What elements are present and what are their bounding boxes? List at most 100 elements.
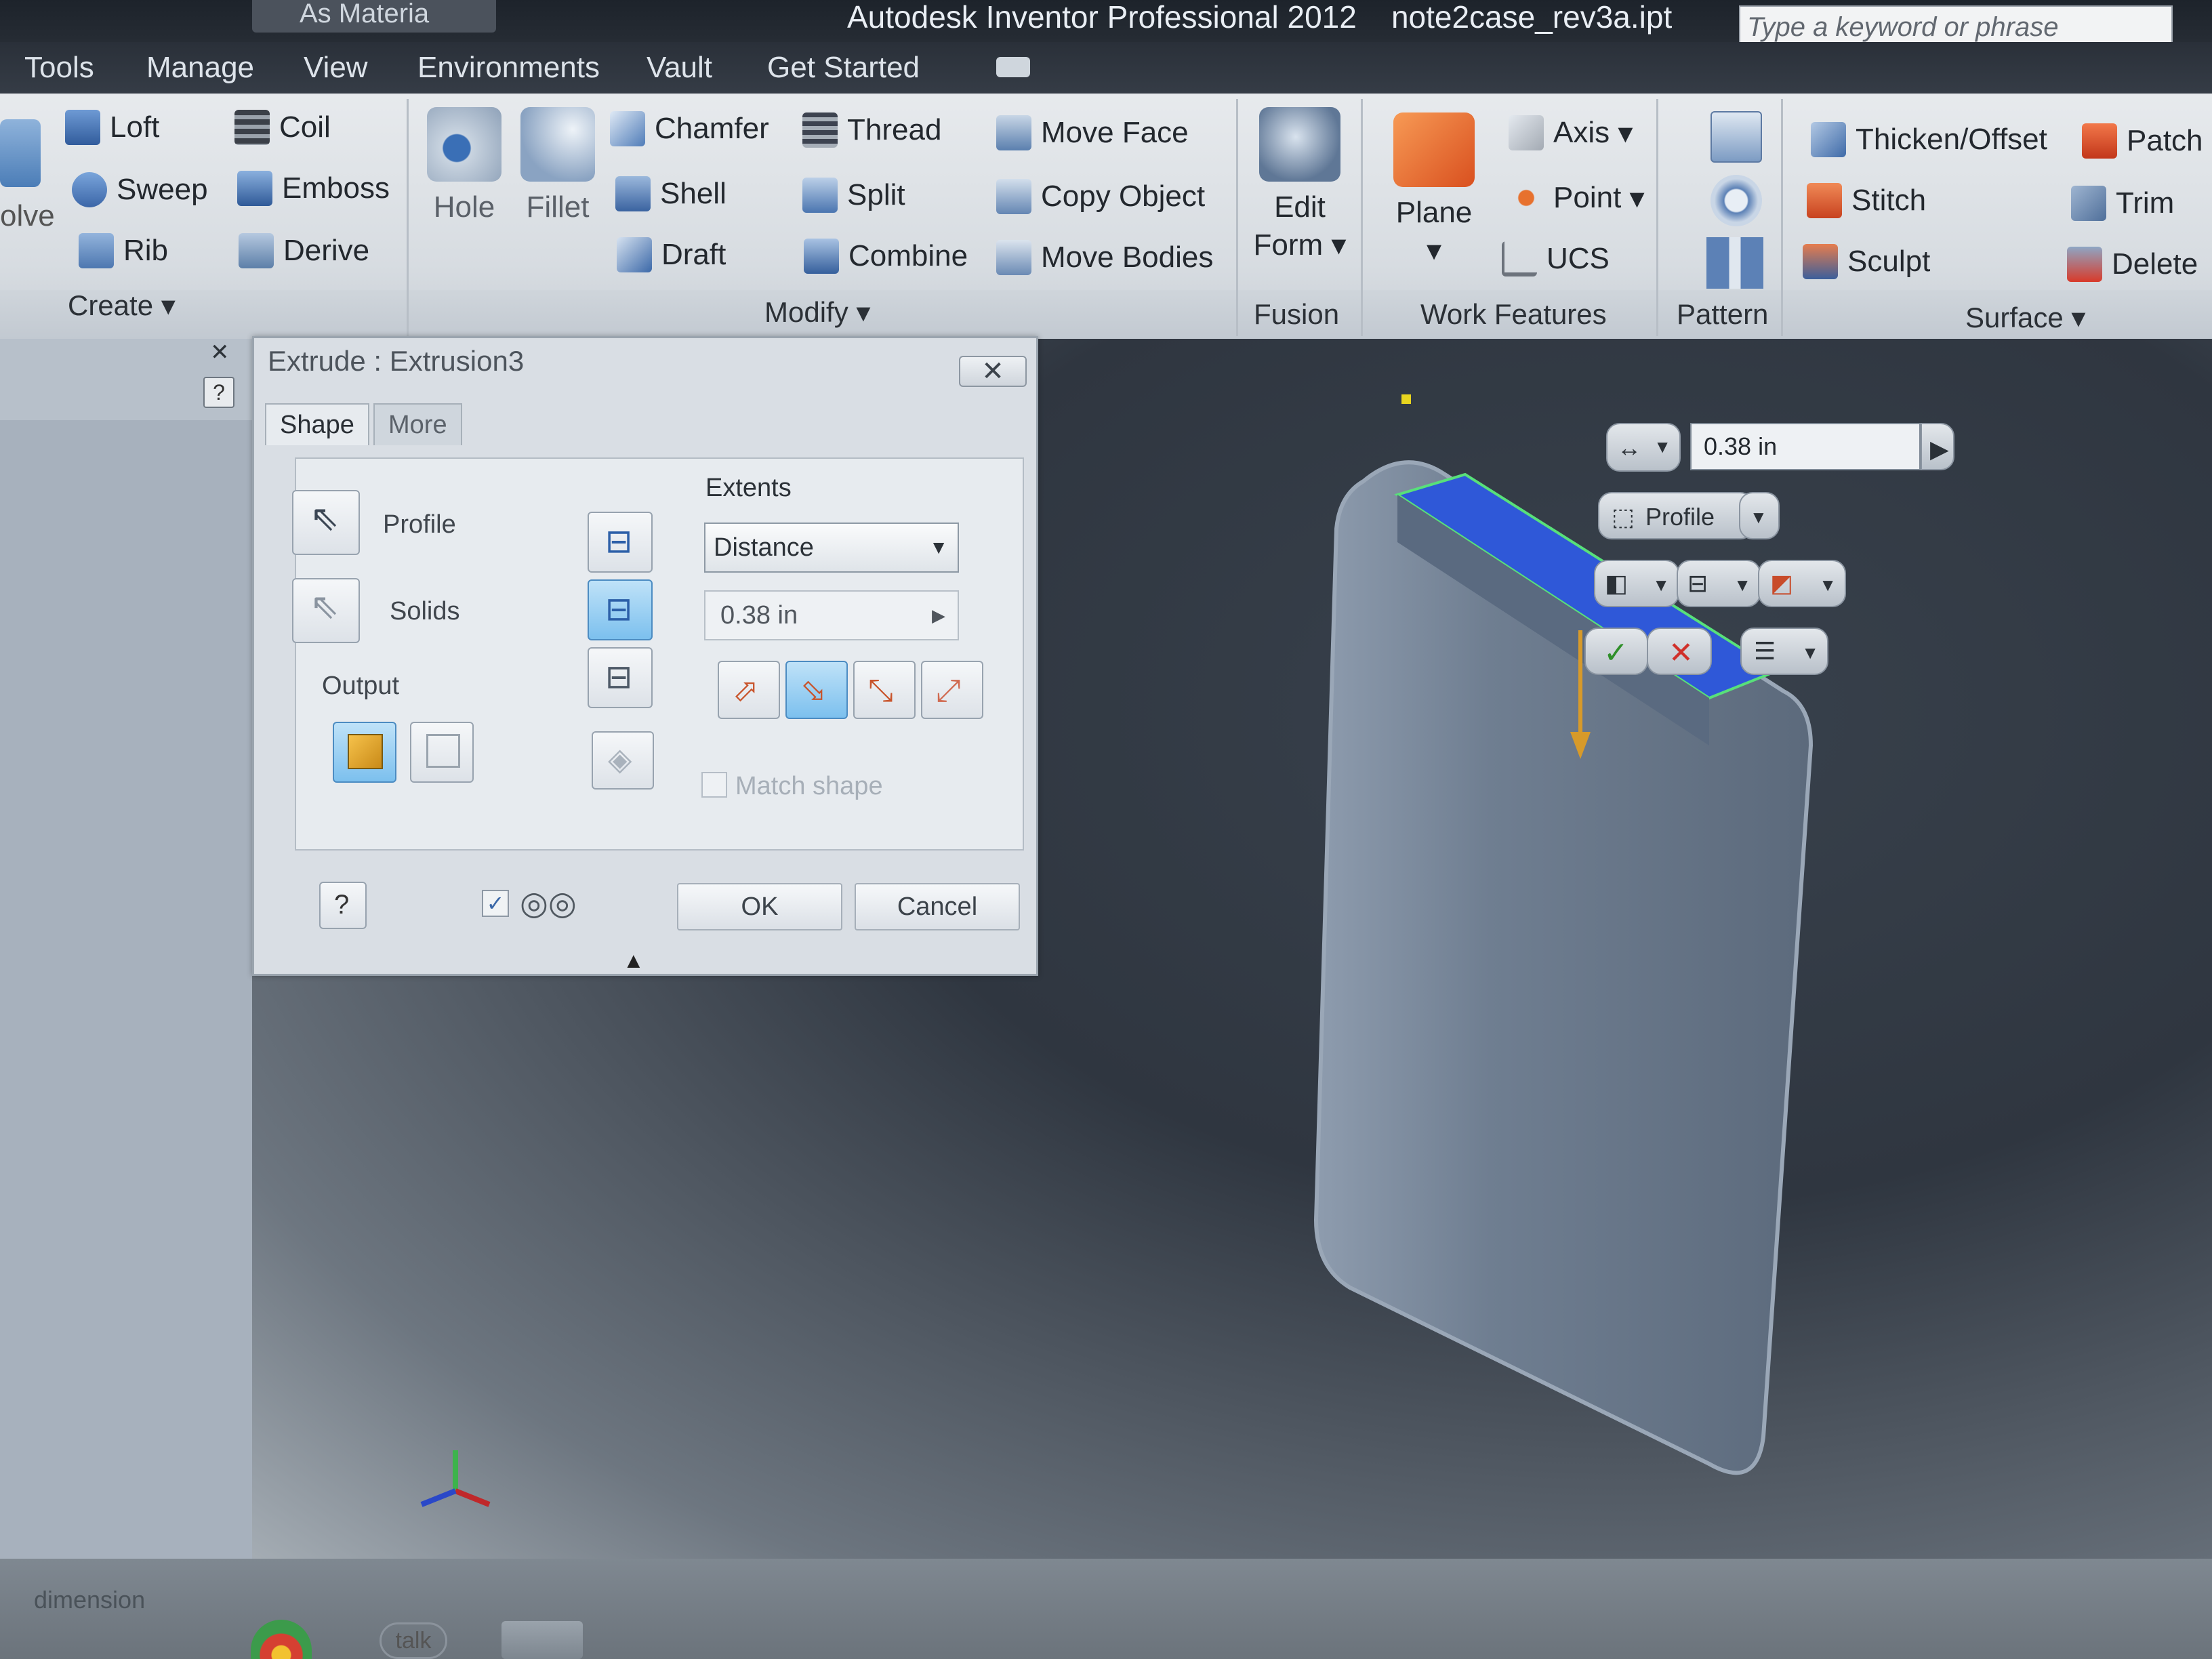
operation-intersect-button[interactable]: ⊟ xyxy=(588,647,653,708)
plane-button[interactable]: Plane ▾ xyxy=(1380,112,1488,270)
output-dropdown[interactable]: ◧ ▼ xyxy=(1594,560,1679,607)
dimension-icon: ↔ xyxy=(1617,434,1641,462)
stitch-button[interactable]: Stitch xyxy=(1807,183,1926,218)
menu-tools[interactable]: Tools xyxy=(24,47,94,88)
mirror-icon[interactable] xyxy=(1706,237,1763,289)
move-face-button[interactable]: Move Face xyxy=(996,115,1189,150)
model-browser[interactable]: ✕ ? xyxy=(0,339,252,1586)
quick-access-material[interactable]: As Materia xyxy=(252,0,496,33)
extents-type-select[interactable]: Distance ▼ xyxy=(704,523,959,573)
sculpt-button[interactable]: Sculpt xyxy=(1803,244,1930,279)
edit-form-button[interactable]: Edit Form ▾ xyxy=(1246,107,1354,264)
ucs-button[interactable]: UCS xyxy=(1502,241,1610,276)
combine-button[interactable]: Combine xyxy=(804,239,968,274)
surface-panel-label[interactable]: Surface ▾ xyxy=(1965,301,2086,334)
direction-2-button[interactable]: ⬂ xyxy=(785,661,848,719)
extrude-dialog: Extrude : Extrusion3 ✕ Shape More ⇖ Prof… xyxy=(252,336,1038,976)
cancel-mini-button[interactable]: ✕ xyxy=(1647,628,1712,675)
create-panel-text: Create xyxy=(68,289,154,321)
delete-icon xyxy=(2067,247,2102,282)
pattern-panel-label[interactable]: Pattern xyxy=(1677,298,1768,331)
options-dropdown[interactable]: ☰ ▼ xyxy=(1740,628,1828,675)
tab-shape[interactable]: Shape xyxy=(265,403,369,445)
talk-icon[interactable]: talk xyxy=(380,1622,447,1659)
menu-get-started[interactable]: Get Started xyxy=(767,47,920,88)
apply-button[interactable]: ✓ xyxy=(1584,628,1648,675)
distance-field[interactable]: 0.38 in ▶ xyxy=(704,590,959,640)
direction-1-button[interactable]: ⬀ xyxy=(718,661,780,719)
move-bodies-button[interactable]: Move Bodies xyxy=(996,240,1213,275)
fillet-button[interactable]: Fillet xyxy=(507,107,609,226)
draft-button[interactable]: Draft xyxy=(617,237,726,272)
point-button[interactable]: Point ▾ xyxy=(1509,180,1645,216)
modify-panel-label[interactable]: Modify ▾ xyxy=(764,295,870,329)
patch-button[interactable]: Patch xyxy=(2082,123,2203,159)
distance-arrow-button[interactable]: ▶ xyxy=(1921,423,1954,470)
derive-button[interactable]: Derive xyxy=(239,233,369,268)
cancel-button[interactable]: Cancel xyxy=(855,883,1020,930)
help-icon[interactable]: ? xyxy=(203,377,234,408)
chamfer-button[interactable]: Chamfer xyxy=(610,111,769,146)
output-surface-button[interactable] xyxy=(410,722,474,783)
close-icon[interactable]: ✕ xyxy=(210,339,230,366)
menu-view[interactable]: View xyxy=(304,47,368,88)
thicken-offset-button[interactable]: Thicken/Offset xyxy=(1811,122,2047,157)
ok-button[interactable]: OK xyxy=(677,883,842,930)
circular-pattern-icon[interactable] xyxy=(1711,175,1762,226)
revolve-icon[interactable] xyxy=(0,119,41,187)
solids-select-button[interactable]: ⇖ xyxy=(292,578,360,643)
emboss-button[interactable]: Emboss xyxy=(237,171,390,206)
work-features-panel-label[interactable]: Work Features xyxy=(1420,298,1607,331)
profile-selector[interactable]: ⬚ Profile xyxy=(1598,492,1754,539)
split-button[interactable]: Split xyxy=(802,178,905,213)
preview-checkbox[interactable]: ✓ xyxy=(482,890,509,917)
menu-vault[interactable]: Vault xyxy=(647,47,712,88)
search-input[interactable]: Type a keyword or phrase xyxy=(1739,5,2173,46)
sweep-button[interactable]: Sweep xyxy=(72,172,208,207)
new-solid-button[interactable]: ◈ xyxy=(592,731,654,790)
distance-input[interactable]: 0.38 in xyxy=(1690,423,1921,470)
shell-button[interactable]: Shell xyxy=(615,176,726,211)
menu-environments[interactable]: Environments xyxy=(417,47,600,88)
profile-select-button[interactable]: ⇖ xyxy=(292,490,360,555)
sculpt-label: Sculpt xyxy=(1847,245,1931,278)
output-solid-button[interactable] xyxy=(333,722,396,783)
profile-dropdown[interactable]: ▼ xyxy=(1739,492,1780,539)
rib-label: Rib xyxy=(123,234,169,267)
thread-button[interactable]: Thread xyxy=(802,112,941,148)
operation-dropdown[interactable]: ⊟ ▼ xyxy=(1677,560,1761,607)
expand-dialog-icon[interactable]: ▲ xyxy=(623,948,644,973)
create-panel-label[interactable]: Create ▾ xyxy=(68,289,176,322)
tab-more[interactable]: More xyxy=(373,403,462,445)
distance-mode-dropdown[interactable]: ↔ ▼ xyxy=(1606,423,1681,472)
ribbon-toggle-icon[interactable] xyxy=(996,57,1030,77)
dialog-title: Extrude : Extrusion3 xyxy=(268,345,525,377)
delete-face-button[interactable]: Delete xyxy=(2067,247,2198,282)
rectangular-pattern-icon[interactable] xyxy=(1711,111,1762,163)
move-face-label: Move Face xyxy=(1041,116,1189,149)
match-shape-checkbox[interactable] xyxy=(701,772,727,798)
direction-dropdown[interactable]: ◩ ▼ xyxy=(1758,560,1846,607)
copy-object-icon xyxy=(996,179,1031,214)
loft-button[interactable]: Loft xyxy=(65,110,159,145)
chevron-down-icon: ▼ xyxy=(1652,575,1670,595)
help-button[interactable]: ? xyxy=(319,882,367,929)
panel-separator xyxy=(407,99,409,336)
rib-button[interactable]: Rib xyxy=(79,233,168,268)
menu-manage[interactable]: Manage xyxy=(146,47,254,88)
move-bodies-label: Move Bodies xyxy=(1041,241,1214,274)
trim-button[interactable]: Trim xyxy=(2071,186,2174,221)
hole-button[interactable]: Hole xyxy=(413,107,515,226)
operation-join-button[interactable]: ⊟ xyxy=(588,512,653,573)
symmetric-button[interactable]: ⤡ xyxy=(853,661,916,719)
fusion-panel-label[interactable]: Fusion xyxy=(1254,298,1339,331)
asymmetric-button[interactable]: ⤢ xyxy=(921,661,983,719)
axis-button[interactable]: Axis ▾ xyxy=(1509,115,1633,150)
operation-cut-button[interactable]: ⊟ xyxy=(588,579,653,640)
dialog-close-button[interactable]: ✕ xyxy=(959,356,1027,387)
coil-button[interactable]: Coil xyxy=(234,110,331,145)
chrome-icon[interactable] xyxy=(251,1620,312,1659)
revolve-button[interactable]: olve xyxy=(0,199,55,233)
copy-object-button[interactable]: Copy Object xyxy=(996,179,1205,214)
inventor-taskbar-icon[interactable] xyxy=(501,1621,583,1659)
